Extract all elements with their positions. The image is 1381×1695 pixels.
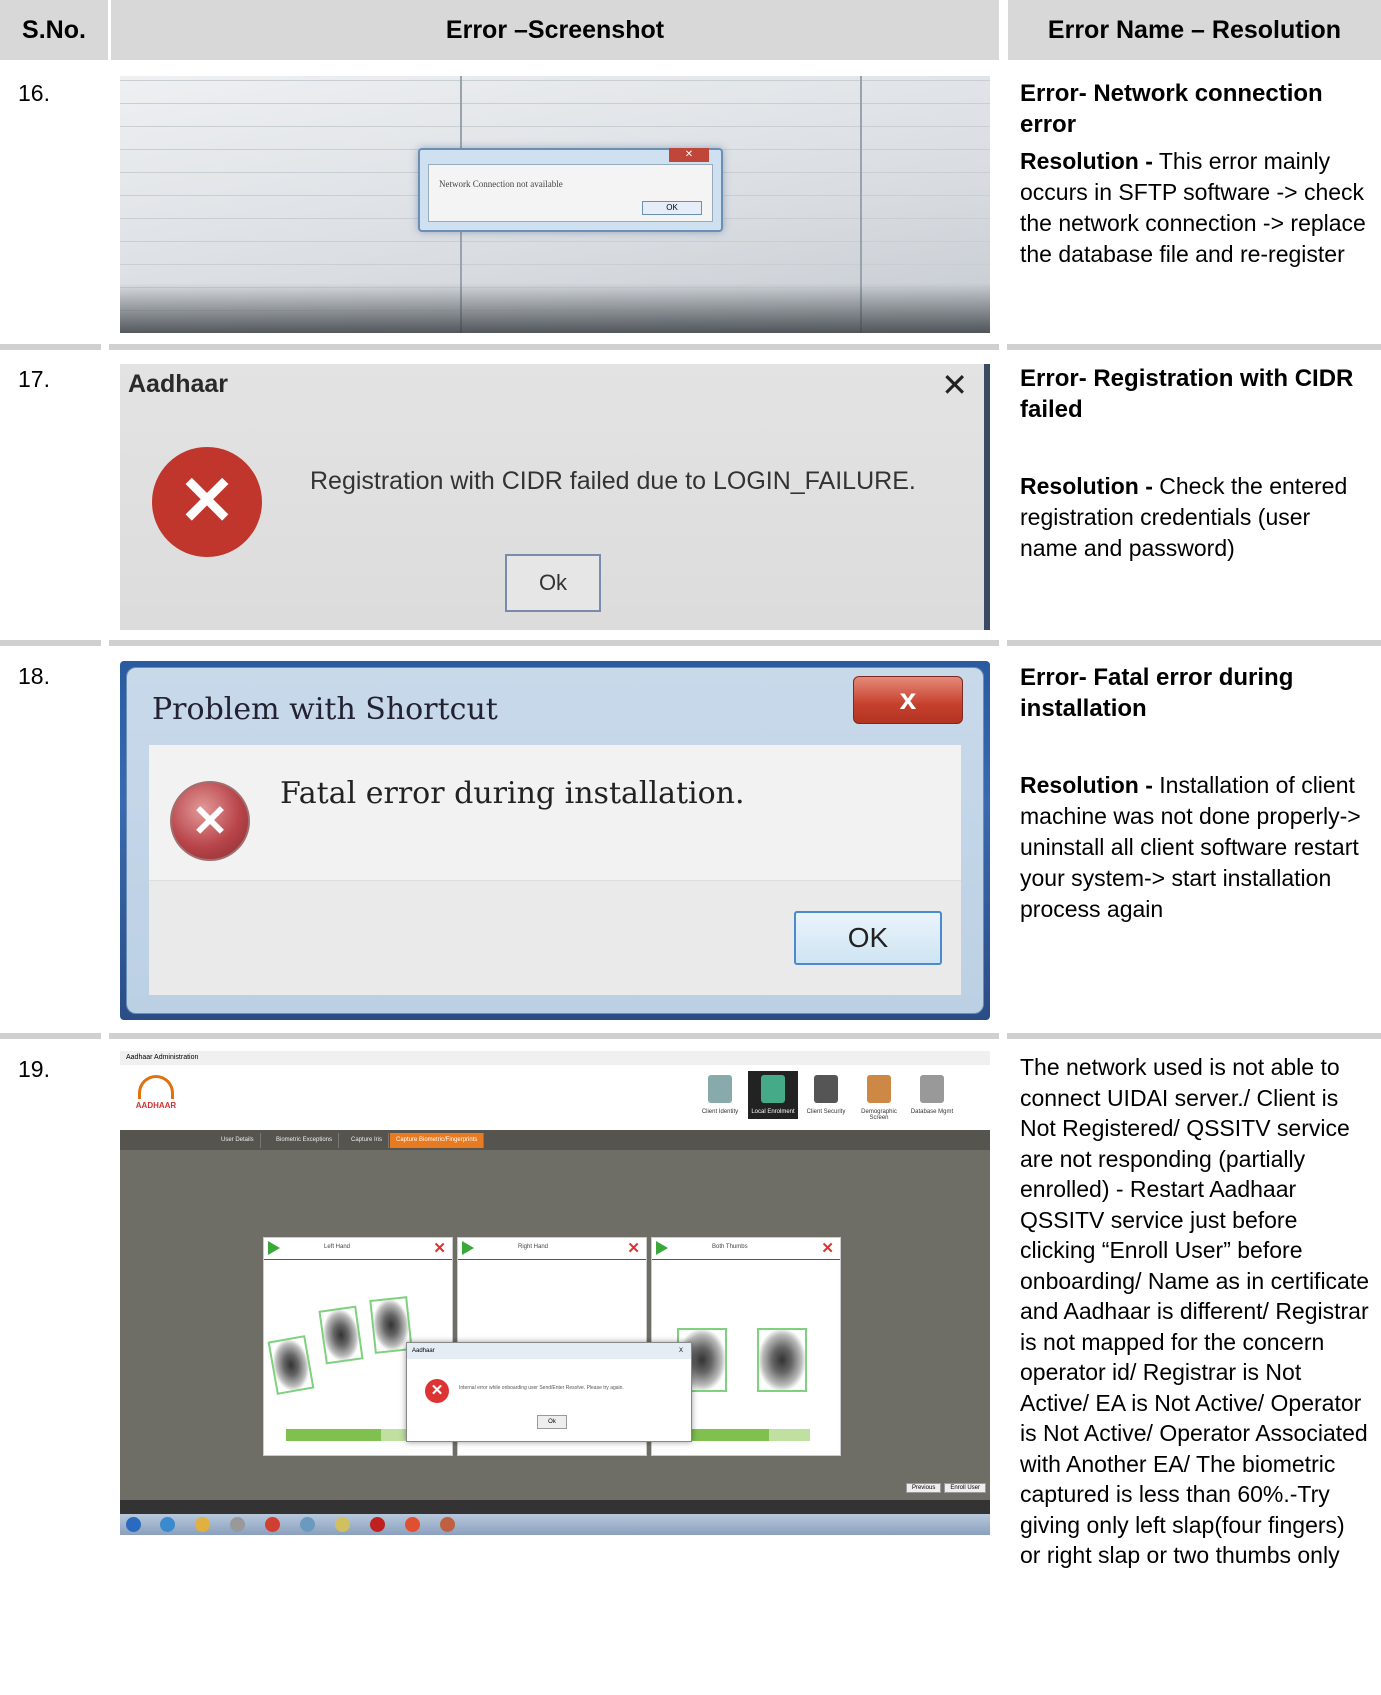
screenshot-cidr-error: Aadhaar ✕ ✕ Registration with CIDR faile… — [120, 364, 990, 630]
error-name: Error- Network connection error — [1020, 80, 1323, 138]
previous-button[interactable]: Previous — [905, 1483, 942, 1493]
window-title: Aadhaar Administration — [120, 1051, 990, 1065]
tab-biometric-exceptions[interactable]: Biometric Exceptions — [270, 1133, 340, 1148]
screenshot-network-error: ✕ Network Connection not available OK — [120, 76, 990, 333]
ok-button[interactable]: OK — [642, 201, 702, 215]
ok-button[interactable]: Ok — [537, 1415, 567, 1429]
toolbar-client-security[interactable]: Client Security — [801, 1071, 851, 1119]
error-dialog: ✕ Network Connection not available OK — [418, 148, 723, 232]
screenshot-onboarding-error: Aadhaar Administration AADHAAR Client Id… — [120, 1051, 990, 1535]
status-bar — [120, 1500, 990, 1514]
toolbar-demographic[interactable]: Demographic Screen — [854, 1071, 904, 1121]
dialog-title: Aadhaar — [128, 370, 229, 398]
row-number: 17. — [18, 366, 50, 392]
row-number: 16. — [18, 80, 50, 106]
dialog-message: Registration with CIDR failed due to LOG… — [310, 467, 916, 495]
aadhaar-logo: AADHAAR — [126, 1071, 186, 1115]
header-resolution: Error Name – Resolution — [1008, 0, 1381, 60]
error-name: Error- Registration with CIDR failed — [1020, 365, 1354, 423]
resolution-cell: Error- Network connection error Resoluti… — [1020, 78, 1370, 270]
resolution-cell: Error- Registration with CIDR failed Res… — [1020, 363, 1370, 564]
error-icon: ✕ — [152, 447, 262, 557]
resolution-text: Resolution - Check the entered registrat… — [1020, 473, 1348, 561]
popup-message: Internal error while onboarding user Sen… — [459, 1385, 624, 1391]
tab-capture-iris[interactable]: Capture Iris — [345, 1133, 390, 1148]
toolbar-local-enrolment[interactable]: Local Enrolment — [748, 1071, 798, 1119]
row-separator — [0, 344, 1381, 350]
ok-button[interactable]: Ok — [505, 554, 601, 612]
close-icon[interactable]: x — [853, 676, 963, 724]
screenshot-shortcut-error: Problem with Shortcut x ✕ Fatal error du… — [120, 661, 990, 1020]
dialog-message: Fatal error during installation. — [280, 776, 745, 811]
resolution-text: The network used is not able to connect … — [1020, 1054, 1370, 1568]
row-number: 19. — [18, 1056, 50, 1082]
dialog-title: Problem with Shortcut — [152, 692, 498, 727]
error-name: Error- Fatal error during installation — [1020, 664, 1294, 722]
resolution-cell: The network used is not able to connect … — [1020, 1052, 1370, 1571]
resolution-text: Resolution - Installation of client mach… — [1020, 772, 1361, 922]
ok-button[interactable]: OK — [794, 911, 942, 965]
error-icon: ✕ — [170, 781, 250, 861]
close-icon[interactable]: X — [679, 1343, 683, 1359]
row-separator — [0, 640, 1381, 646]
resolution-cell: Error- Fatal error during installation R… — [1020, 662, 1370, 925]
taskbar — [120, 1514, 990, 1535]
resolution-text: Resolution - This error mainly occurs in… — [1020, 148, 1366, 267]
error-icon: ✕ — [425, 1379, 449, 1403]
dialog-message: Network Connection not available — [439, 179, 563, 189]
header-sno: S.No. — [0, 0, 108, 60]
toolbar-database[interactable]: Database Mgmt — [907, 1071, 957, 1119]
tab-capture-biometric[interactable]: Capture Biometric/Fingerprints — [390, 1133, 485, 1148]
enroll-user-button[interactable]: Enroll User — [944, 1483, 986, 1493]
toolbar-client-identity[interactable]: Client Identity — [695, 1071, 745, 1119]
row-separator — [0, 1033, 1381, 1039]
tab-user-details[interactable]: User Details — [215, 1133, 261, 1148]
error-popup: Aadhaar X ✕ Internal error while onboardi… — [406, 1342, 692, 1442]
header-screenshot: Error –Screenshot — [111, 0, 999, 60]
row-number: 18. — [18, 663, 50, 689]
close-icon[interactable]: ✕ — [941, 366, 968, 404]
close-icon[interactable]: ✕ — [669, 148, 709, 162]
